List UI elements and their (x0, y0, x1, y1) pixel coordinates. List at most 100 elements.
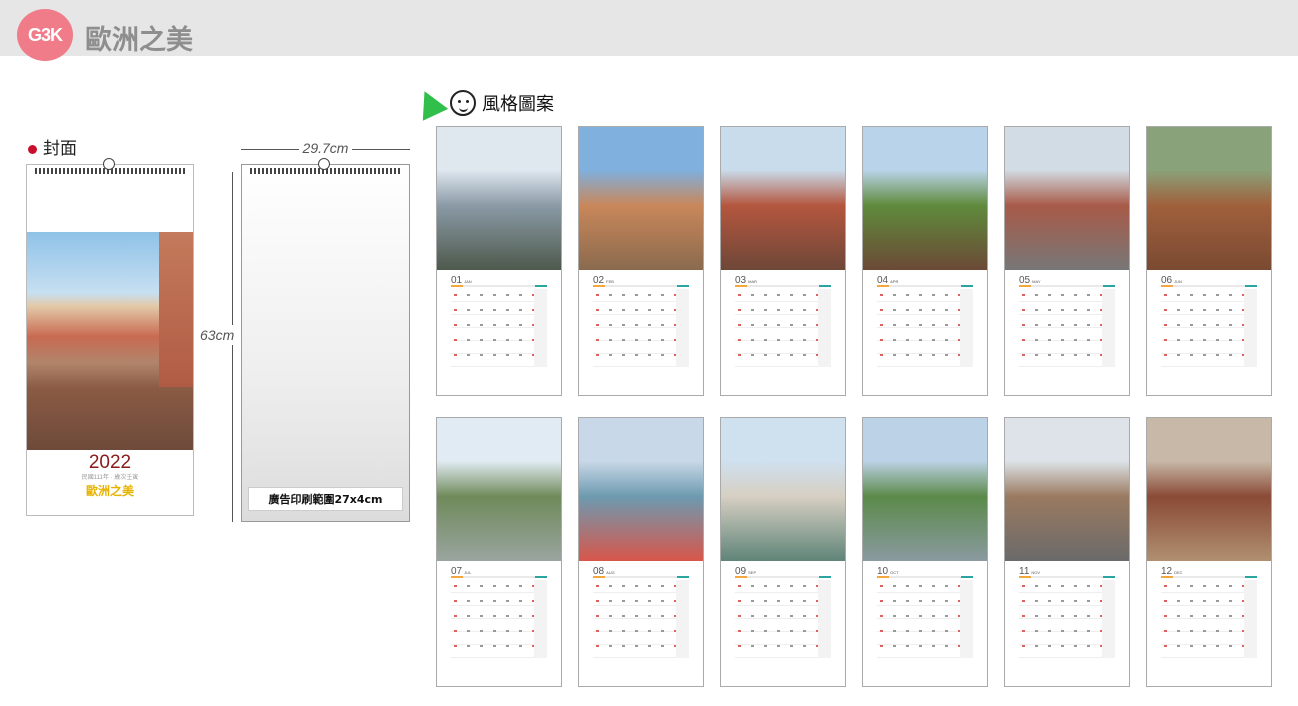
date-mark (1074, 339, 1077, 341)
date-mark (635, 630, 638, 632)
date-mark (1048, 309, 1051, 311)
date-mark (506, 585, 509, 587)
date-mark (1035, 354, 1038, 356)
date-mark (880, 294, 883, 296)
date-mark (932, 324, 935, 326)
month-page-10[interactable]: 10 OCT (862, 417, 988, 687)
date-mark (635, 339, 638, 341)
month-page-12[interactable]: 12 DEC (1146, 417, 1272, 687)
date-mark (609, 354, 612, 356)
month-page-09[interactable]: 09 SEP (720, 417, 846, 687)
date-mark (764, 294, 767, 296)
cover-label: 封面 (28, 134, 77, 159)
g3k-logo[interactable]: G3K (17, 9, 73, 61)
date-mark (1216, 615, 1219, 617)
date-mark (519, 600, 522, 602)
date-mark (661, 324, 664, 326)
date-mark (674, 600, 677, 602)
date-mark (945, 615, 948, 617)
date-mark (1242, 294, 1245, 296)
date-mark (609, 309, 612, 311)
date-mark (803, 354, 806, 356)
date-mark (958, 309, 961, 311)
date-mark (958, 615, 961, 617)
date-mark (1164, 600, 1167, 602)
month-page-08[interactable]: 08 AUG (578, 417, 704, 687)
month-page-11[interactable]: 11 NOV (1004, 417, 1130, 687)
date-mark (506, 615, 509, 617)
date-mark (958, 600, 961, 602)
date-mark (454, 630, 457, 632)
month-name: OCT (890, 570, 899, 575)
cover-title: 歐洲之美 (85, 484, 134, 498)
month-page-05[interactable]: 05 MAY (1004, 126, 1130, 396)
date-mark (609, 585, 612, 587)
date-mark (596, 309, 599, 311)
date-mark (1177, 309, 1180, 311)
date-mark (1216, 294, 1219, 296)
date-mark (1035, 600, 1038, 602)
blank-calendar-template[interactable]: 廣告印刷範圍27x4cm (241, 158, 410, 522)
month-page-03[interactable]: 03 MAR (720, 126, 846, 396)
date-mark (790, 324, 793, 326)
date-mark (816, 309, 819, 311)
date-mark (1022, 324, 1025, 326)
date-mark (609, 294, 612, 296)
date-mark (880, 309, 883, 311)
date-mark (648, 309, 651, 311)
month-page-01[interactable]: 01 JAN (436, 126, 562, 396)
date-mark (648, 294, 651, 296)
month-page-04[interactable]: 04 APR (862, 126, 988, 396)
date-mark (493, 339, 496, 341)
date-mark (622, 600, 625, 602)
date-mark (816, 600, 819, 602)
month-page-02[interactable]: 02 FEB (578, 126, 704, 396)
date-mark (738, 615, 741, 617)
date-mark (880, 339, 883, 341)
date-mark (1074, 354, 1077, 356)
date-mark (945, 630, 948, 632)
date-mark (906, 324, 909, 326)
cover-year: 2022 (88, 452, 132, 473)
date-mark (1229, 339, 1232, 341)
date-mark (958, 630, 961, 632)
date-mark (816, 354, 819, 356)
date-grid (877, 580, 973, 658)
date-mark (648, 630, 651, 632)
date-mark (777, 645, 780, 647)
width-label: 29.7cm (298, 140, 353, 156)
month-page-06[interactable]: 06 JUN (1146, 126, 1272, 396)
date-mark (609, 645, 612, 647)
date-mark (945, 645, 948, 647)
date-mark (674, 645, 677, 647)
date-mark (1061, 324, 1064, 326)
date-mark (751, 600, 754, 602)
date-mark (1229, 615, 1232, 617)
date-mark (919, 615, 922, 617)
month-page-07[interactable]: 07 JUL (436, 417, 562, 687)
date-grid (451, 289, 547, 367)
month-photo (579, 418, 703, 561)
date-mark (506, 600, 509, 602)
date-mark (1203, 630, 1206, 632)
cover-label-text: 封面 (43, 139, 77, 159)
cover-calendar[interactable]: 2022 民國111年 · 歲次壬寅 歐洲之美 (26, 158, 194, 516)
date-mark (777, 294, 780, 296)
hanging-hook (318, 158, 330, 170)
date-mark (1242, 615, 1245, 617)
date-mark (1216, 645, 1219, 647)
date-mark (1242, 309, 1245, 311)
date-mark (1087, 354, 1090, 356)
date-mark (777, 615, 780, 617)
date-mark (1164, 585, 1167, 587)
date-mark (1035, 294, 1038, 296)
date-mark (932, 309, 935, 311)
date-mark (622, 630, 625, 632)
date-mark (738, 630, 741, 632)
date-mark (454, 354, 457, 356)
date-mark (519, 309, 522, 311)
date-mark (738, 600, 741, 602)
date-mark (1100, 585, 1103, 587)
date-mark (532, 600, 535, 602)
date-mark (1242, 645, 1245, 647)
